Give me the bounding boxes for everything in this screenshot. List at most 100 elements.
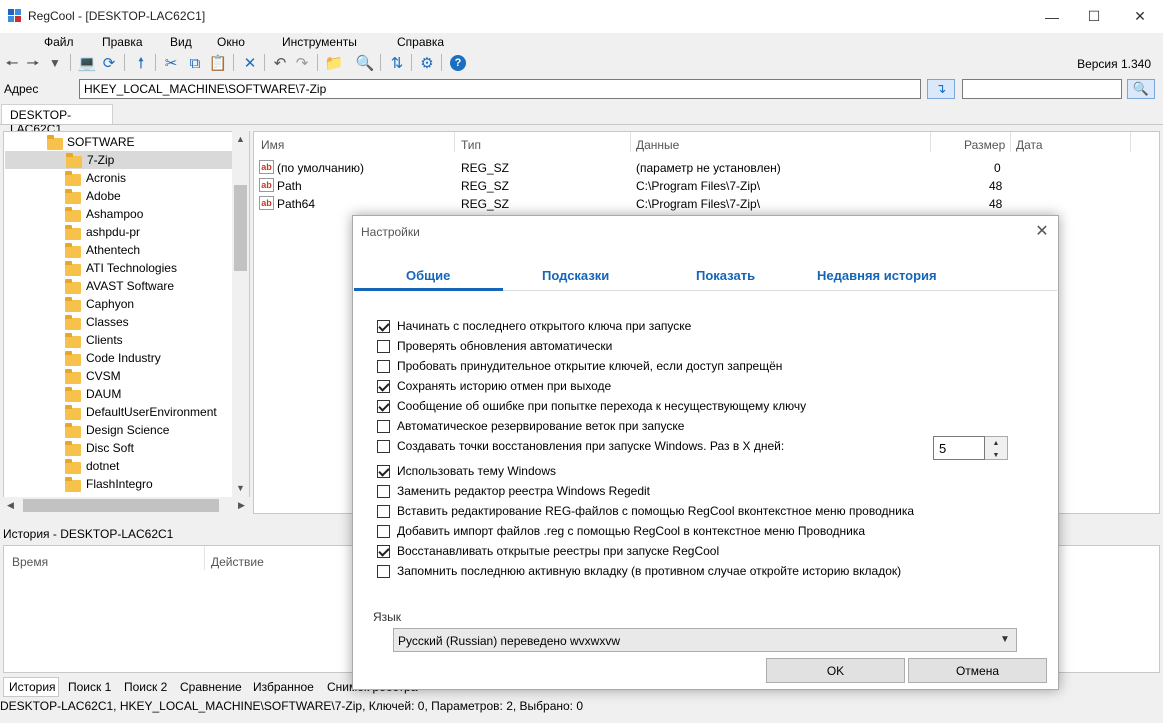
column-name[interactable]: Имя bbox=[261, 138, 284, 152]
cut-icon[interactable]: ✂ bbox=[161, 53, 181, 73]
address-input[interactable]: HKEY_LOCAL_MACHINE\SOFTWARE\7-Zip bbox=[79, 79, 921, 99]
option-row[interactable]: Проверять обновления автоматически bbox=[377, 339, 977, 355]
tree-horizontal-scrollbar[interactable]: ◀ ▶ bbox=[3, 497, 250, 514]
menu-window[interactable]: Окно bbox=[217, 35, 245, 49]
tree-item[interactable]: Ashampoo bbox=[4, 205, 234, 223]
option-row[interactable]: Начинать с последнего открытого ключа пр… bbox=[377, 319, 977, 335]
tab-general[interactable]: Общие bbox=[406, 268, 450, 283]
tab-history[interactable]: История bbox=[9, 680, 56, 694]
search-button[interactable]: 🔍 bbox=[1127, 79, 1155, 99]
scroll-up-icon[interactable]: ▲ bbox=[236, 134, 245, 144]
option-row[interactable]: Добавить импорт файлов .reg с помощью Re… bbox=[377, 524, 977, 540]
undo-icon[interactable]: ↶ bbox=[270, 53, 290, 73]
option-checkbox[interactable] bbox=[377, 400, 390, 413]
restore-days-input[interactable]: 5 bbox=[933, 436, 985, 460]
search-input[interactable] bbox=[962, 79, 1122, 99]
column-time[interactable]: Время bbox=[12, 555, 48, 569]
option-row[interactable]: Восстанавливать открытые реестры при зап… bbox=[377, 544, 977, 560]
tree-item[interactable]: ATI Technologies bbox=[4, 259, 234, 277]
forward-arrow-icon[interactable]: 🠖 bbox=[23, 53, 43, 73]
column-data[interactable]: Данные bbox=[636, 138, 679, 152]
tree-item[interactable]: Design Science bbox=[4, 421, 234, 439]
maximize-button[interactable]: ☐ bbox=[1071, 0, 1117, 33]
option-checkbox[interactable] bbox=[377, 465, 390, 478]
tree-item[interactable]: Acronis bbox=[4, 169, 234, 187]
tree-item[interactable]: DAUM bbox=[4, 385, 234, 403]
tree-item[interactable]: dotnet bbox=[4, 457, 234, 475]
tree-item[interactable]: ashpdu-pr bbox=[4, 223, 234, 241]
menu-help[interactable]: Справка bbox=[397, 35, 444, 49]
option-checkbox[interactable] bbox=[377, 340, 390, 353]
tree-item[interactable]: Classes bbox=[4, 313, 234, 331]
tree-item-selected[interactable]: 7-Zip bbox=[5, 151, 232, 169]
scroll-down-icon[interactable]: ▼ bbox=[236, 483, 245, 493]
option-checkbox[interactable] bbox=[377, 380, 390, 393]
ok-button[interactable]: OK bbox=[766, 658, 905, 683]
tree-item[interactable]: AVAST Software bbox=[4, 277, 234, 295]
redo-icon[interactable]: ↷ bbox=[292, 53, 312, 73]
stepper-up-icon[interactable]: ▲ bbox=[985, 437, 1007, 449]
delete-icon[interactable]: ✕ bbox=[240, 53, 260, 73]
option-row[interactable]: Сохранять историю отмен при выходе bbox=[377, 379, 977, 395]
close-window-button[interactable]: ✕ bbox=[1117, 0, 1163, 33]
option-checkbox[interactable] bbox=[377, 505, 390, 518]
language-select[interactable]: Русский (Russian) переведено wvxwxvw bbox=[393, 628, 1017, 652]
option-checkbox[interactable] bbox=[377, 360, 390, 373]
option-row[interactable]: Использовать тему Windows bbox=[377, 464, 977, 480]
tree-vertical-scrollbar[interactable]: ▲ ▼ bbox=[232, 131, 249, 497]
paste-icon[interactable]: 📋 bbox=[208, 53, 228, 73]
menu-file[interactable]: Файл bbox=[44, 35, 74, 49]
option-checkbox[interactable] bbox=[377, 485, 390, 498]
stepper-down-icon[interactable]: ▼ bbox=[985, 449, 1007, 461]
option-checkbox[interactable] bbox=[377, 565, 390, 578]
option-checkbox[interactable] bbox=[377, 420, 390, 433]
tab-search-1[interactable]: Поиск 1 bbox=[68, 680, 111, 694]
option-row[interactable]: Пробовать принудительное открытие ключей… bbox=[377, 359, 977, 375]
search-icon[interactable]: 🔍 bbox=[355, 53, 375, 73]
tree-item[interactable]: Clients bbox=[4, 331, 234, 349]
compare-arrows-icon[interactable]: ⇅ bbox=[387, 53, 407, 73]
scroll-thumb[interactable] bbox=[23, 499, 219, 512]
tab-favorites[interactable]: Избранное bbox=[253, 680, 314, 694]
history-dropdown-icon[interactable]: ▼ bbox=[45, 53, 65, 73]
go-to-address-button[interactable]: ↴ bbox=[927, 79, 955, 99]
minimize-button[interactable]: — bbox=[1029, 0, 1075, 33]
column-size[interactable]: Размер bbox=[964, 138, 1005, 152]
column-date[interactable]: Дата bbox=[1016, 138, 1043, 152]
tree-item[interactable]: Code Industry bbox=[4, 349, 234, 367]
option-row[interactable]: Создавать точки восстановления при запус… bbox=[377, 439, 977, 455]
tab-tips[interactable]: Подсказки bbox=[542, 268, 609, 283]
tab-compare[interactable]: Сравнение bbox=[180, 680, 242, 694]
refresh-network-icon[interactable]: ⟳ bbox=[99, 53, 119, 73]
option-row[interactable]: Заменить редактор реестра Windows Regedi… bbox=[377, 484, 977, 500]
option-row[interactable]: Автоматическое резервирование веток при … bbox=[377, 419, 977, 435]
option-checkbox[interactable] bbox=[377, 440, 390, 453]
gear-icon[interactable]: ⚙ bbox=[417, 53, 437, 73]
tree-item[interactable]: Athentech bbox=[4, 241, 234, 259]
tree-item[interactable]: FlashIntegro bbox=[4, 475, 234, 493]
cancel-button[interactable]: Отмена bbox=[908, 658, 1047, 683]
menu-view[interactable]: Вид bbox=[170, 35, 192, 49]
back-arrow-icon[interactable]: 🠔 bbox=[2, 53, 22, 73]
option-row[interactable]: Вставить редактирование REG-файлов с пом… bbox=[377, 504, 977, 520]
menu-tools[interactable]: Инструменты bbox=[282, 35, 357, 49]
column-action[interactable]: Действие bbox=[211, 555, 264, 569]
up-arrow-icon[interactable]: 🠕 bbox=[131, 53, 151, 73]
scroll-left-icon[interactable]: ◀ bbox=[7, 500, 14, 511]
close-icon[interactable]: ✕ bbox=[1032, 221, 1052, 241]
option-checkbox[interactable] bbox=[377, 545, 390, 558]
tab-show[interactable]: Показать bbox=[696, 268, 755, 283]
menu-edit[interactable]: Правка bbox=[102, 35, 143, 49]
tree-item[interactable]: CVSM bbox=[4, 367, 234, 385]
scroll-thumb[interactable] bbox=[234, 185, 247, 271]
tab-search-2[interactable]: Поиск 2 bbox=[124, 680, 167, 694]
computer-icon[interactable]: 💻 bbox=[77, 53, 97, 73]
tree-item[interactable]: Caphyon bbox=[4, 295, 234, 313]
machine-tab[interactable]: DESKTOP-LAC62C1 bbox=[1, 104, 113, 136]
registry-tree[interactable]: SOFTWARE 7-Zip Acronis Adobe Ashampoo ashpd… bbox=[3, 131, 250, 514]
copy-icon[interactable]: ⧉ bbox=[185, 53, 205, 73]
tree-item[interactable]: Adobe bbox=[4, 187, 234, 205]
restore-days-stepper[interactable]: ▲ ▼ bbox=[985, 436, 1008, 460]
help-icon[interactable]: ? bbox=[448, 53, 468, 73]
scroll-right-icon[interactable]: ▶ bbox=[238, 500, 245, 511]
